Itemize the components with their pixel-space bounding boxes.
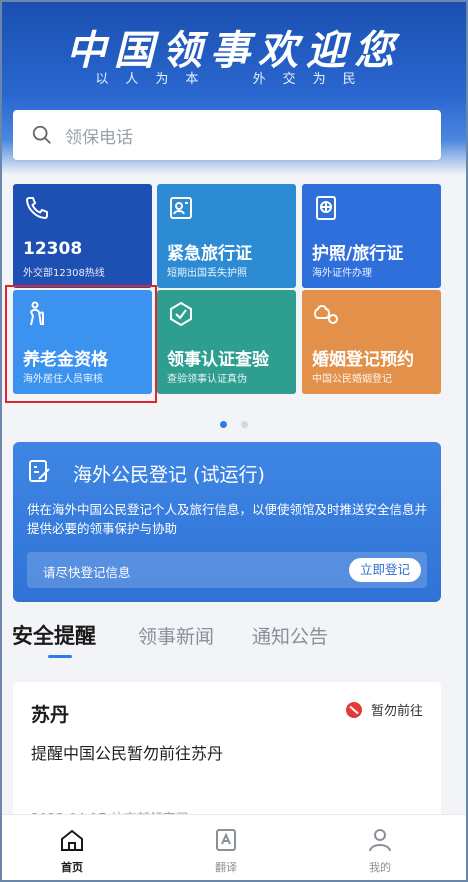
tab-safety-alerts[interactable]: 安全提醒 — [12, 620, 96, 650]
nav-label: 我的 — [369, 861, 391, 874]
tile-name: 12308 — [23, 239, 83, 259]
phone-icon — [25, 197, 48, 220]
search-bar[interactable]: 领保电话 — [13, 110, 441, 160]
tab-notices[interactable]: 通知公告 — [252, 622, 328, 649]
tile-consular-verification[interactable]: 领事认证查验 查验领事认证真伪 — [157, 290, 296, 394]
tile-desc: 短期出国丢失护照 — [167, 268, 247, 279]
nav-label: 翻译 — [215, 861, 237, 874]
tile-desc: 海外证件办理 — [312, 268, 372, 279]
tab-underline — [48, 655, 72, 658]
user-icon — [369, 829, 391, 852]
search-icon — [32, 125, 51, 144]
tile-name: 领事认证查验 — [167, 350, 269, 370]
checklist-icon — [29, 460, 50, 482]
tile-name: 婚姻登记预约 — [312, 350, 414, 370]
registration-title: 海外公民登记 (试运行) — [73, 464, 265, 486]
registration-desc: 供在海外中国公民登记个人及旅行信息，以便使领馆及时推送安全信息并提供必要的领事保… — [27, 502, 428, 536]
tile-desc: 外交部12308热线 — [23, 268, 105, 279]
app-slogan: 以人为本 外交为民 — [0, 68, 468, 87]
badge-label: 暂勿前往 — [370, 704, 423, 719]
slogan-left: 以人为本 — [95, 72, 216, 87]
rings-icon — [314, 305, 338, 324]
shield-check-icon — [170, 301, 192, 327]
tile-marriage-registration[interactable]: 婚姻登记预约 中国公民婚姻登记 — [302, 290, 441, 394]
tile-emergency-travel-doc[interactable]: 紧急旅行证 短期出国丢失护照 — [157, 184, 296, 288]
translate-icon — [216, 829, 236, 851]
prohibited-icon — [345, 701, 362, 718]
nav-label: 首页 — [61, 861, 83, 874]
tile-desc: 查验领事认证真伪 — [167, 374, 247, 385]
tile-name: 紧急旅行证 — [167, 244, 252, 264]
page-dot-active[interactable] — [220, 421, 228, 428]
nav-translate[interactable]: 翻译 — [196, 827, 256, 875]
nav-home[interactable]: 首页 — [42, 827, 102, 875]
search-placeholder: 领保电话 — [65, 127, 133, 148]
nav-profile[interactable]: 我的 — [350, 827, 410, 875]
status-badge: 暂勿前往 — [345, 700, 423, 719]
id-card-icon — [170, 197, 192, 219]
register-now-button[interactable]: 立即登记 — [349, 558, 421, 582]
overseas-registration-card[interactable]: 海外公民登记 (试运行) 供在海外中国公民登记个人及旅行信息，以便使领馆及时推送… — [13, 442, 441, 602]
page-indicator — [0, 413, 468, 432]
tab-consular-news[interactable]: 领事新闻 — [138, 622, 214, 649]
tile-passport[interactable]: 护照/旅行证 海外证件办理 — [302, 184, 441, 288]
slogan-right: 外交为民 — [252, 72, 373, 87]
news-title: 苏丹 — [31, 704, 70, 726]
passport-icon — [316, 196, 336, 220]
tile-desc: 中国公民婚姻登记 — [312, 374, 392, 385]
home-icon — [61, 829, 83, 851]
highlight-box — [5, 285, 157, 403]
tile-name: 护照/旅行证 — [312, 244, 404, 264]
registration-hint: 请尽快登记信息 — [43, 565, 131, 580]
page-dot[interactable] — [240, 421, 248, 428]
registration-bar: 请尽快登记信息 立即登记 — [27, 552, 427, 588]
news-summary: 提醒中国公民暂勿前往苏丹 — [31, 744, 224, 763]
tile-12308-hotline[interactable]: 12308 外交部12308热线 — [13, 184, 152, 288]
bottom-nav: 首页 翻译 我的 — [0, 814, 468, 882]
